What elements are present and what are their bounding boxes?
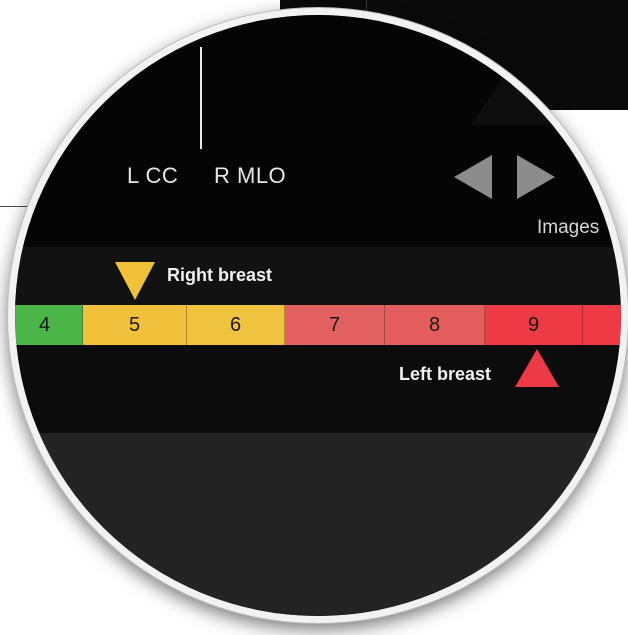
triangle-up-icon xyxy=(515,349,559,387)
scale-cell-8: 8 xyxy=(385,305,485,345)
triangle-down-icon xyxy=(115,262,155,300)
view-separator-line xyxy=(200,47,202,149)
scale-cell-4: 4 xyxy=(15,305,83,345)
scale-cell-7: 7 xyxy=(285,305,385,345)
scale-cell-6: 6 xyxy=(187,305,285,345)
scale-header-band xyxy=(15,247,621,305)
magnified-content: L CC R MLO Images 456789 Right breast Le… xyxy=(15,15,621,616)
lower-panel xyxy=(15,433,621,616)
scale-cell-more xyxy=(583,305,621,345)
left-breast-label: Left breast xyxy=(399,364,492,384)
scale-cell-5: 5 xyxy=(83,305,187,345)
images-label: Images xyxy=(537,217,600,238)
right-breast-label: Right breast xyxy=(167,265,273,285)
screenshot-stage: L CC R MLO Images 456789 Right breast Le… xyxy=(0,0,628,635)
triangle-right-icon[interactable] xyxy=(517,155,555,199)
magnifier-lens: L CC R MLO Images 456789 Right breast Le… xyxy=(8,8,628,623)
scale-cell-9: 9 xyxy=(485,305,583,345)
density-scale: 456789 xyxy=(15,305,621,345)
triangle-left-icon[interactable] xyxy=(454,155,492,199)
view-label-rmlo[interactable]: R MLO xyxy=(214,163,286,189)
view-label-lcc[interactable]: L CC xyxy=(127,163,178,189)
